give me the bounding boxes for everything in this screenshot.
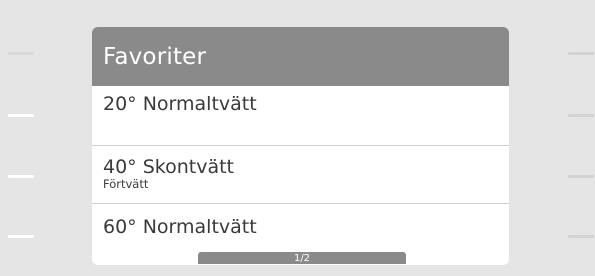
item-title: 60° Normaltvätt — [103, 216, 257, 238]
right-button-marker-3[interactable] — [568, 175, 594, 178]
item-title: 20° Normaltvätt — [103, 93, 257, 115]
left-button-marker-2[interactable] — [8, 114, 34, 117]
right-button-marker-4[interactable] — [568, 235, 594, 238]
list-item-40-skon[interactable]: 40° Skontvätt Förtvätt — [92, 145, 509, 203]
left-button-marker-4[interactable] — [8, 235, 34, 238]
page-indicator: 1/2 — [198, 252, 406, 264]
left-button-marker-1[interactable] — [8, 52, 34, 55]
favorites-panel: Favoriter 20° Normaltvätt 40° Skontvätt … — [92, 27, 509, 265]
list-item-20-normal[interactable]: 20° Normaltvätt — [92, 86, 509, 145]
display-screen: Favoriter 20° Normaltvätt 40° Skontvätt … — [0, 0, 595, 276]
panel-title: Favoriter — [92, 27, 509, 86]
item-title: 40° Skontvätt — [103, 156, 235, 178]
left-button-marker-3[interactable] — [8, 175, 34, 178]
item-subtitle: Förtvätt — [103, 177, 149, 191]
right-button-marker-1[interactable] — [568, 52, 594, 55]
right-button-marker-2[interactable] — [568, 114, 594, 117]
